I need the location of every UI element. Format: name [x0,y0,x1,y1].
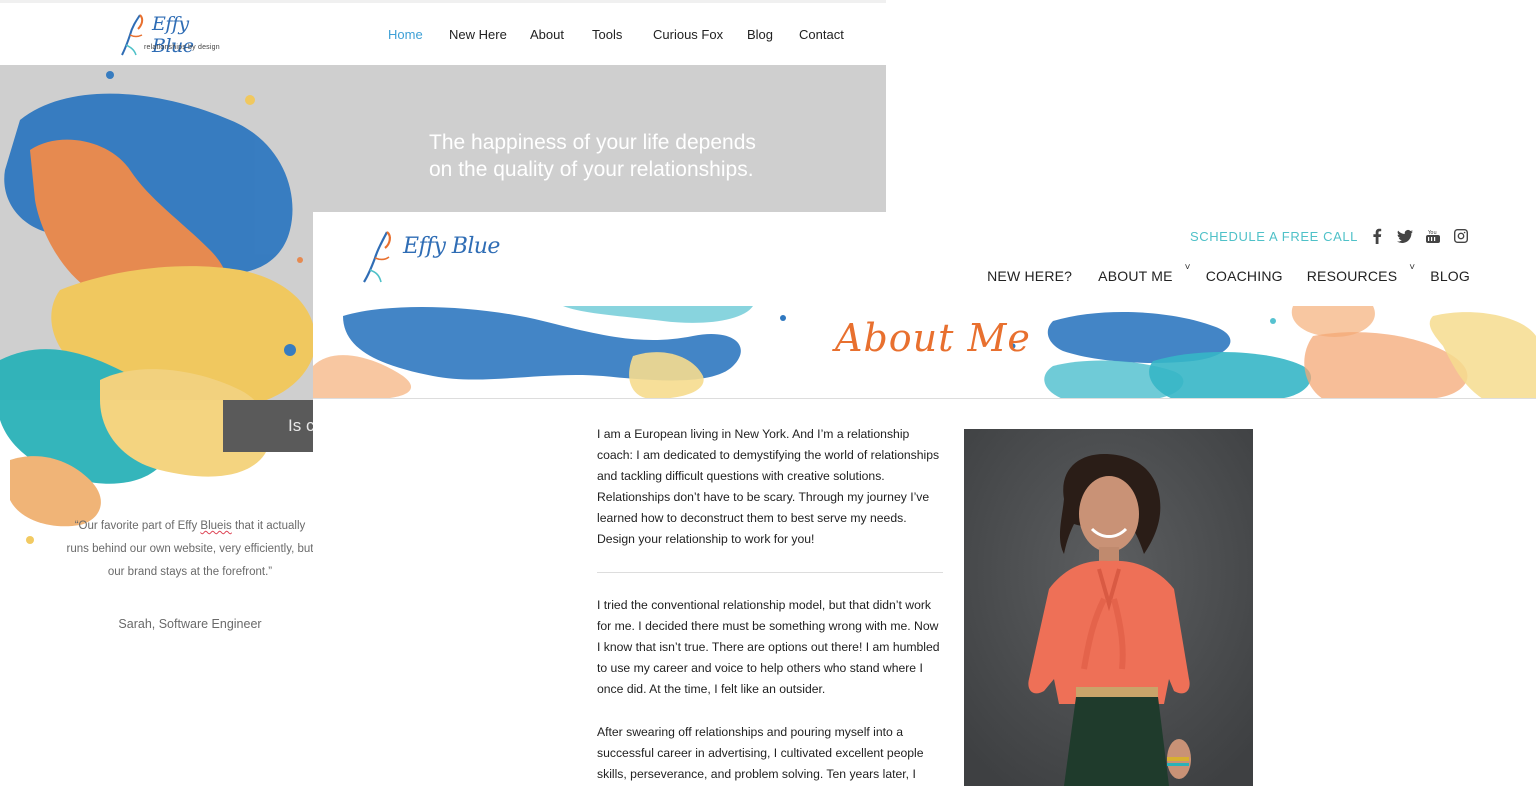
nav-new-here-label: New Here? [987,268,1073,284]
old-logo-tagline: relationships by design [144,44,220,51]
old-cta-bar-text: Is c [288,416,315,435]
nav-coaching[interactable]: Coaching [1206,268,1283,284]
new-site-logo[interactable]: Effy Blue [361,222,501,283]
old-nav-new-here[interactable]: New Here [449,27,507,42]
youtube-icon[interactable]: You [1424,227,1442,245]
testimonial-quote: “Our favorite part of Effy Blueis that i… [66,515,314,584]
testimonial-author: Sarah, Software Engineer [118,617,262,631]
nav-about-me-label: About Me [1098,268,1173,284]
hero-quote-line-2: on the quality of your relationships. [429,158,754,181]
instagram-icon[interactable] [1452,227,1470,245]
schedule-call-link[interactable]: Schedule a free call [1190,229,1358,244]
new-logo-wordmark: Effy Blue [403,234,500,259]
nav-new-here[interactable]: New Here? [987,268,1072,284]
page-title: About Me [835,316,1031,360]
old-site-header: Effy Blue relationships by design Home N… [0,3,886,65]
about-paragraph-1: I am a European living in New York. And … [597,427,940,546]
old-nav-about[interactable]: About [530,27,564,42]
woman-portrait-illustration [964,429,1253,786]
hero-quote-line-1: The happiness of your life depends [429,131,756,154]
hero-quote: The happiness of your life depends on th… [429,129,849,183]
svg-text:You: You [1427,230,1437,236]
nav-resources[interactable]: Resources ˅ [1306,262,1416,284]
chevron-down-icon: ˅ [1184,262,1191,273]
about-paragraph-3: After swearing off relationships and pou… [597,725,924,781]
about-paragraph-2: I tried the conventional relationship mo… [597,598,940,696]
new-site-topbar: Schedule a free call You [1190,226,1470,246]
twitter-icon[interactable] [1396,227,1414,245]
facebook-icon[interactable] [1368,227,1386,245]
old-nav-blog[interactable]: Blog [747,27,773,42]
new-site-window: Effy Blue Schedule a free call You New H… [313,212,1536,786]
old-nav-home[interactable]: Home [388,27,423,42]
watercolor-splash-illustration [0,71,316,544]
new-site-nav: New Here? About Me ˅ Coaching Resources ˅ … [987,262,1470,286]
screenshot-stage: Effy Blue relationships by design Home N… [0,0,1536,786]
testimonial-text-misspelled: Blueis [200,520,232,532]
content-divider [597,572,943,573]
portrait-photo [964,429,1253,786]
testimonial-text-before: “Our favorite part of Effy [74,520,201,532]
nav-about-me[interactable]: About Me ˅ [1098,262,1191,284]
logo-figure-icon [363,231,391,283]
about-content: I am a European living in New York. And … [597,424,943,786]
old-nav-curious-fox[interactable]: Curious Fox [653,27,723,42]
nav-resources-label: Resources [1306,268,1398,284]
chevron-down-icon: ˅ [1409,262,1416,273]
nav-blog-label: Blog [1430,268,1470,284]
nav-blog[interactable]: Blog [1430,268,1470,284]
nav-coaching-label: Coaching [1205,268,1283,284]
about-me-banner: About Me [313,306,1536,399]
old-nav-tools[interactable]: Tools [592,27,622,42]
old-nav-contact[interactable]: Contact [799,27,844,42]
old-site-logo[interactable]: Effy Blue relationships by design [118,11,233,59]
